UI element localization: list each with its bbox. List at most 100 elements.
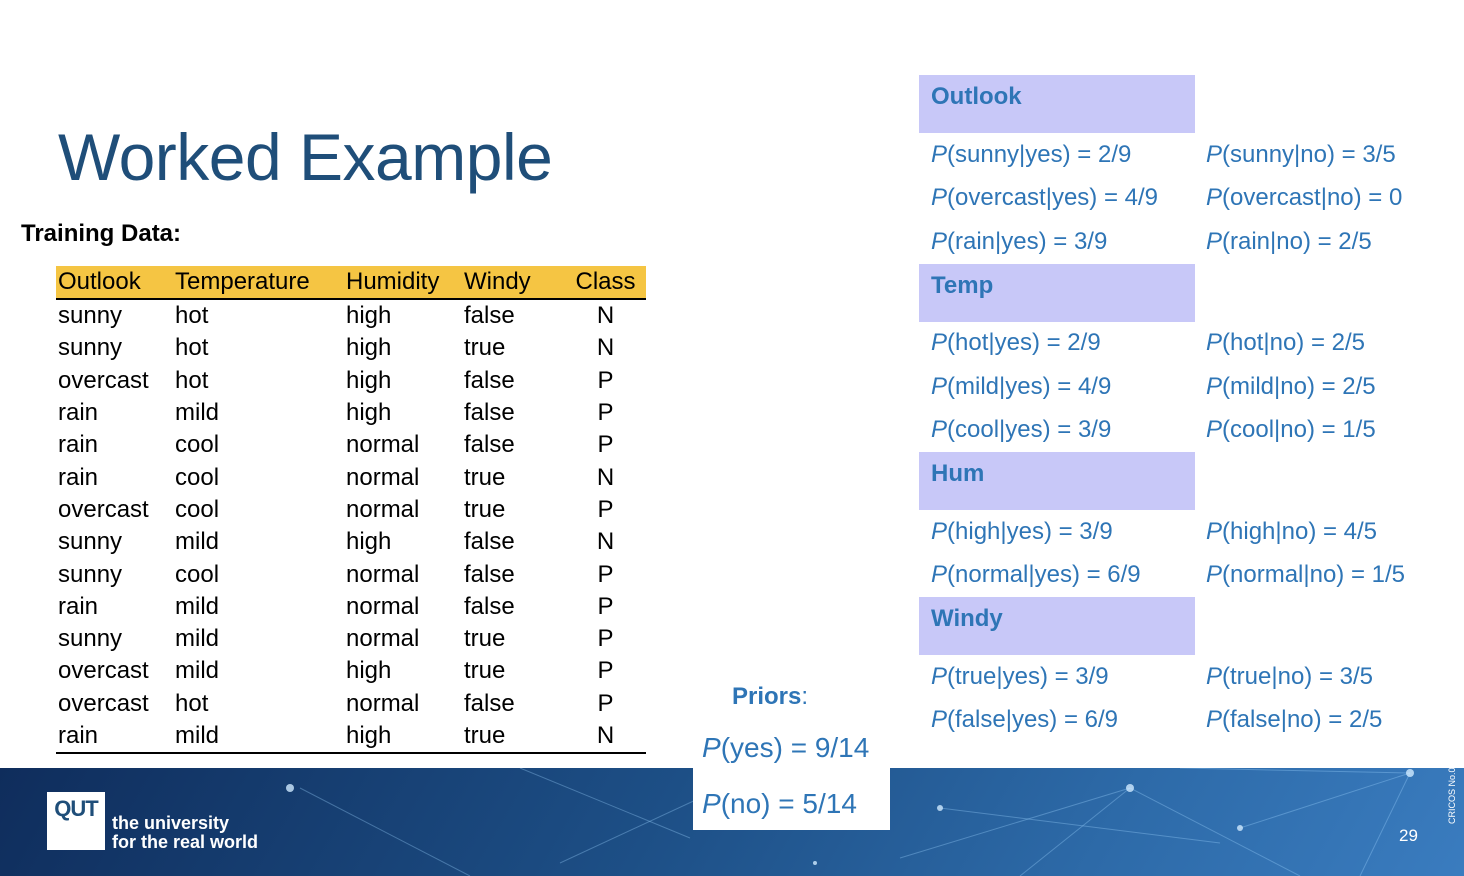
prior-yes: P(yes) = 9/14 [702,732,869,764]
cell-temperature: mild [175,399,220,427]
table-row: sunny mild normal true P [56,623,646,655]
p-symbol: P [931,140,948,168]
p-symbol: P [1206,706,1223,734]
table-row: overcast mild high true P [56,655,646,687]
cell-outlook: overcast [58,495,149,523]
cell-windy: false [464,431,515,459]
cell-windy: true [462,719,563,755]
cell-outlook: sunny [58,560,123,588]
probability-value: (hot|no) = 2/5 [1222,329,1366,357]
cell-temperature: cool [175,495,220,523]
p-symbol: P [931,184,948,212]
cell-class: P [597,657,614,685]
cell-outlook: sunny [58,528,123,556]
cell-humidity: high [346,302,392,330]
training-data-body: sunny hot high false Nsunny hot high true Noverc… [56,299,646,755]
cell-temperature: mild [175,625,220,653]
table-row: overcast cool normal true P [56,494,646,526]
cell-humidity: normal [346,463,420,491]
table-row: sunny mild high false N [56,526,646,558]
probability-yes: P(false|yes) = 6/9 [919,706,1194,734]
cell-windy: true [464,495,506,523]
cricos-number: CRICOS No.00213J [1447,768,1457,824]
probability-no: P(normal|no) = 1/5 [1194,561,1405,589]
p-symbol: P [931,517,948,545]
group-title: Windy [931,605,1003,632]
probability-value: (sunny|yes) = 2/9 [947,140,1132,168]
probability-value: (rain|yes) = 3/9 [947,227,1108,255]
prior-no-value: (no) = 5/14 [720,788,857,819]
cell-temperature: hot [175,302,209,330]
training-data-label: Training Data: [21,220,182,247]
cell-class: N [596,334,615,362]
cell-windy: false [464,399,515,427]
probability-yes: P(overcast|yes) = 4/9 [919,184,1194,212]
p-symbol: P [931,227,948,255]
p-symbol: P [931,706,948,734]
page-number: 29 [1399,826,1418,845]
cell-humidity: high [346,657,392,685]
cell-class: N [596,463,615,491]
cell-temperature: mild [175,528,220,556]
probability-value: (hot|yes) = 2/9 [947,329,1101,357]
group-header-windy: Windy [919,597,1195,655]
cell-outlook: overcast [58,366,149,394]
p-symbol: P [931,662,948,690]
probability-yes: P(rain|yes) = 3/9 [919,228,1194,256]
p-symbol: P [1206,227,1223,255]
table-row: sunny cool normal false P [56,558,646,590]
table-row: rain cool normal false P [56,429,646,461]
cell-class: P [597,689,614,717]
cell-class: N [596,302,615,330]
p-symbol: P [1206,140,1223,168]
probability-yes: P(mild|yes) = 4/9 [919,373,1194,401]
group-header-hum: Hum [919,452,1195,510]
probability-value: (high|yes) = 3/9 [947,517,1113,545]
table-row: rain cool normal true N [56,461,646,493]
probability-no: P(cool|no) = 1/5 [1194,416,1376,444]
probability-no: P(sunny|no) = 3/5 [1194,141,1396,169]
group-header-temp: Temp [919,263,1195,322]
cell-outlook: rain [58,399,99,427]
p-symbol: P [1206,517,1223,545]
cell-outlook: sunny [58,302,123,330]
p-symbol: P [1206,662,1223,690]
cell-humidity: high [346,399,392,427]
priors-title-text: Priors [732,683,802,710]
cell-temperature: cool [175,560,220,588]
column-header-class: Class [563,266,646,300]
probability-no: P(hot|no) = 2/5 [1194,329,1365,357]
probability-no: P(false|no) = 2/5 [1194,706,1382,734]
group-header-outlook: Outlook [919,75,1195,133]
probability-row: P(normal|yes) = 6/9 P(normal|no) = 1/5 [919,554,1459,598]
prior-no: P(no) = 5/14 [702,788,857,820]
table-row: rain mild normal false P [56,591,646,623]
p-symbol: P [1206,372,1223,400]
conditional-probabilities-panel: Outlook P(sunny|yes) = 2/9 P(sunny|no) = 3… [919,75,1459,742]
cell-outlook: sunny [58,334,123,362]
cell-outlook: rain [58,592,99,620]
p-symbol: P [1206,561,1223,589]
probability-value: (sunny|no) = 3/5 [1222,140,1396,168]
tagline: the university for the real world [112,814,258,852]
probability-value: (rain|no) = 2/5 [1222,227,1372,255]
cell-temperature: cool [175,431,220,459]
probability-no: P(mild|no) = 2/5 [1194,373,1376,401]
cell-class: P [597,399,614,427]
probability-yes: P(normal|yes) = 6/9 [919,561,1194,589]
cell-windy: true [464,463,506,491]
p-symbol: P [931,416,948,444]
cell-class: P [597,495,614,523]
probability-row: P(overcast|yes) = 4/9 P(overcast|no) = 0 [919,177,1459,221]
p-symbol: P [702,732,721,763]
probability-yes: P(high|yes) = 3/9 [919,518,1194,546]
cell-windy: false [464,528,515,556]
column-header-humidity: Humidity [344,266,462,300]
cell-humidity: high [346,528,392,556]
cell-outlook: rain [58,431,99,459]
cell-outlook: overcast [58,657,149,685]
probability-row: P(mild|yes) = 4/9 P(mild|no) = 2/5 [919,365,1459,409]
table-header-row: Outlook Temperature Humidity Windy Class [56,266,646,300]
cell-humidity: high [346,366,392,394]
priors-title-colon: : [801,683,809,710]
